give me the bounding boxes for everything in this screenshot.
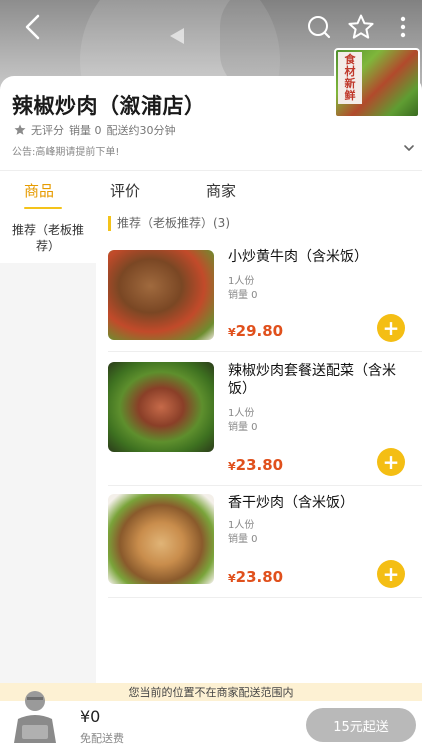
tab-reviews[interactable]: 评价	[110, 180, 140, 201]
category-sidebar: 推荐（老板推荐）	[0, 213, 96, 683]
chevron-down-icon	[404, 145, 414, 151]
divider	[108, 351, 422, 352]
shop-name: 辣椒炒肉（溆浦店）	[12, 94, 206, 118]
currency-symbol: ¥	[228, 326, 236, 339]
delivery-time: 配送约30分钟	[106, 124, 176, 137]
product-item[interactable]: 辣椒炒肉套餐送配菜（含米饭） 1人份 销量 0 ¥23.80 +	[96, 362, 422, 486]
product-portion: 1人份	[228, 520, 255, 531]
logo-tag: 食 材 新 鲜	[338, 52, 362, 104]
back-icon	[25, 14, 40, 40]
search-button[interactable]	[302, 10, 336, 44]
tab-products[interactable]: 商品	[24, 180, 54, 201]
search-icon	[308, 16, 331, 39]
shop-logo: 食 材 新 鲜	[334, 48, 420, 118]
price-value: 29.80	[235, 322, 284, 340]
cart-total: ¥0	[80, 707, 101, 726]
add-to-cart-button[interactable]: +	[377, 314, 405, 342]
checkout-button[interactable]: 15元起送	[306, 708, 416, 742]
product-price: ¥29.80	[228, 322, 283, 340]
product-portion: 1人份	[228, 408, 255, 419]
product-sales: 销量 0	[228, 290, 258, 301]
shop-sales: 销量 0	[69, 124, 102, 137]
product-price: ¥23.80	[228, 568, 283, 586]
product-item[interactable]: 小炒黄牛肉（含米饭） 1人份 销量 0 ¥29.80 +	[96, 249, 422, 370]
plus-icon: +	[382, 562, 400, 586]
product-image[interactable]	[108, 362, 214, 452]
favorite-button[interactable]	[344, 10, 378, 44]
rating-text: 无评分	[31, 124, 64, 137]
product-sales: 销量 0	[228, 534, 258, 545]
currency-symbol: ¥	[228, 460, 236, 473]
product-portion: 1人份	[228, 276, 255, 287]
product-name: 香干炒肉（含米饭）	[228, 495, 354, 511]
cart-bar: ¥0 免配送费 15元起送	[0, 691, 422, 750]
cart-icon	[14, 691, 56, 743]
add-to-cart-button[interactable]: +	[377, 560, 405, 588]
product-image[interactable]	[108, 494, 214, 584]
product-image[interactable]	[108, 250, 214, 340]
tab-merchant[interactable]: 商家	[206, 180, 236, 201]
active-tab-indicator	[24, 207, 62, 209]
price-value: 23.80	[235, 456, 284, 474]
rating-star-icon	[14, 124, 26, 135]
product-sales: 销量 0	[228, 422, 258, 433]
sidebar-item-recommended[interactable]: 推荐（老板推荐）	[0, 213, 96, 263]
divider	[108, 597, 422, 598]
expand-notice-button[interactable]	[402, 140, 416, 154]
delivery-range-notice: 您当前的位置不在商家配送范围内	[0, 683, 422, 701]
product-item[interactable]: 香干炒肉（含米饭） 1人份 销量 0 ¥23.80 +	[96, 494, 422, 614]
delivery-fee-label: 免配送费	[80, 732, 124, 745]
star-icon	[348, 14, 374, 39]
more-icon	[400, 16, 406, 38]
logo-char: 鲜	[344, 89, 356, 102]
product-price: ¥23.80	[228, 456, 283, 474]
product-name: 辣椒炒肉套餐送配菜（含米饭）	[228, 363, 396, 397]
cart-button[interactable]	[10, 685, 60, 747]
divider	[108, 485, 422, 486]
product-name: 小炒黄牛肉（含米饭）	[228, 249, 368, 265]
more-button[interactable]	[386, 10, 420, 44]
plus-icon: +	[382, 450, 400, 474]
price-value: 23.80	[235, 568, 284, 586]
tab-bar: 商品 评价 商家	[0, 171, 422, 213]
add-to-cart-button[interactable]: +	[377, 448, 405, 476]
back-button[interactable]	[16, 10, 50, 44]
banner-decoration	[170, 28, 184, 44]
plus-icon: +	[382, 316, 400, 340]
shop-stats: 无评分 销量 0 配送约30分钟	[14, 122, 176, 138]
currency-symbol: ¥	[228, 572, 236, 585]
section-title: 推荐（老板推荐）(3)	[108, 216, 230, 231]
shop-notice: 公告:高峰期请提前下单!	[12, 147, 120, 158]
